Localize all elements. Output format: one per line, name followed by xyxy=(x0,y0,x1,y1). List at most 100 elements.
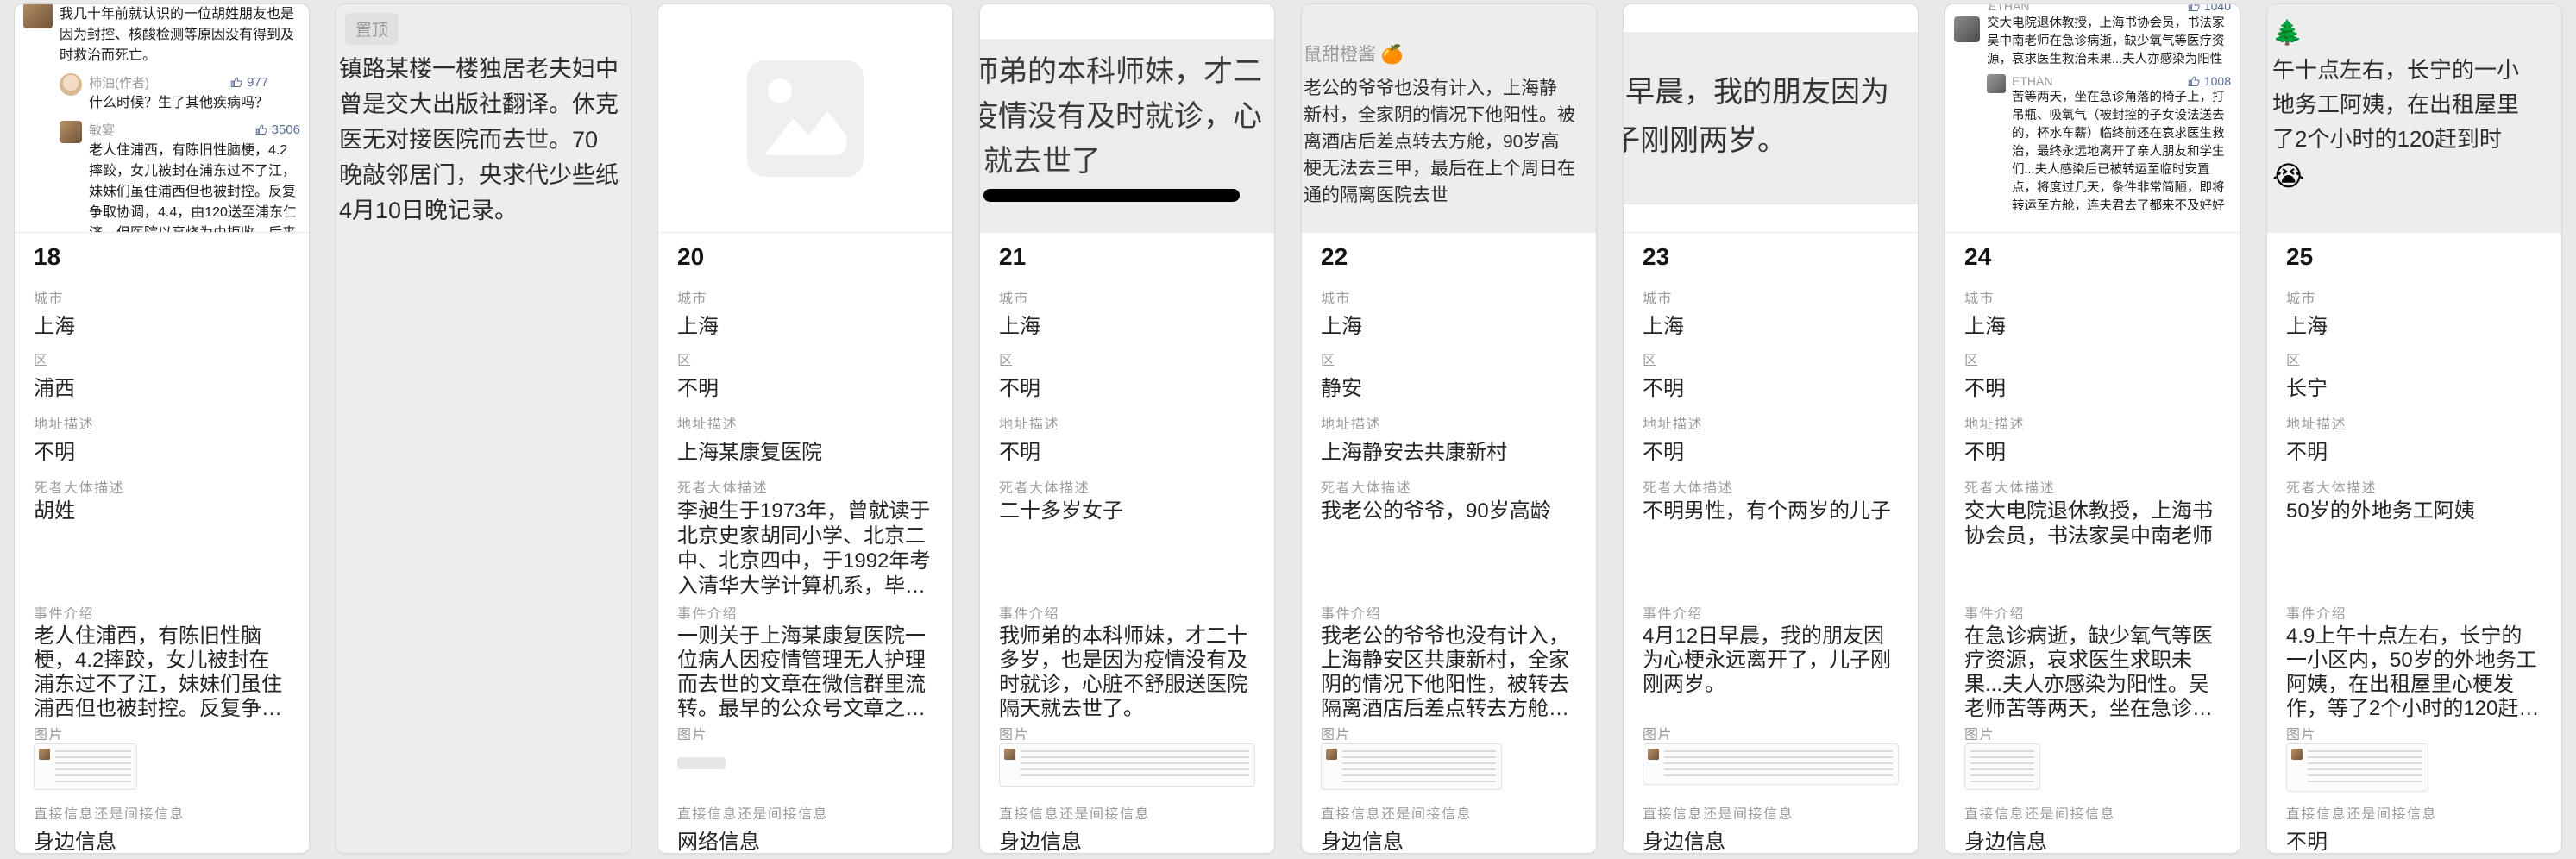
record-number: 23 xyxy=(1643,243,1899,273)
record-card-18[interactable]: 我几十年前就认识的一位胡姓朋友也是因为封控、核酸检测等原因没有得到及时救治而死亡… xyxy=(14,3,310,854)
field-value-district: 静安 xyxy=(1321,371,1577,398)
field-label-district: 区 xyxy=(999,348,1255,366)
field-value-deceased: 二十多岁女子 xyxy=(999,498,1255,595)
field-label-image: 图片 xyxy=(999,723,1255,740)
avatar xyxy=(2291,749,2303,760)
avatar xyxy=(1004,749,1015,760)
field-label-city: 城市 xyxy=(1643,286,1899,304)
commenter-name: 柿油(作者) xyxy=(89,73,149,91)
source-screenshot: ETHAN 1040 交大电院退休教授，上海书协会员，书法家吴中南老师在急诊病逝… xyxy=(1945,4,2240,233)
thumbs-up-icon xyxy=(2188,4,2201,13)
field-value-city: 上海 xyxy=(1321,309,1577,336)
field-value-direct: 身边信息 xyxy=(1964,825,2221,852)
crying-emoji: 😭 xyxy=(2272,160,2561,192)
thumbs-up-icon xyxy=(230,76,243,89)
record-number: 24 xyxy=(1964,243,2221,273)
record-card-21[interactable]: 师弟的本科师妹，才二 疫情没有及时就诊，心 就去世了 21 城市 上海 区 不明… xyxy=(979,3,1275,854)
post-text-line: 曾是交大出版社翻译。休克 xyxy=(336,87,631,122)
field-value-district: 浦西 xyxy=(34,371,290,398)
field-label-city: 城市 xyxy=(1321,286,1577,304)
field-value-city: 上海 xyxy=(1964,309,2221,336)
field-label-image: 图片 xyxy=(677,723,933,740)
field-value-city: 上海 xyxy=(34,309,290,336)
avatar xyxy=(1326,749,1337,760)
record-card-22[interactable]: 鼠甜橙酱 🍊 老公的爷爷也没有计入，上海静 新村，全家阴的情况下他阳性。被 离酒… xyxy=(1301,3,1597,854)
thumbs-up-icon xyxy=(2188,75,2201,88)
field-value-district: 不明 xyxy=(677,371,933,398)
post-text-line: 梗无法去三甲，最后在上个周日在 xyxy=(1304,155,1596,182)
field-label-address: 地址描述 xyxy=(677,412,933,430)
field-label-image: 图片 xyxy=(2286,723,2542,740)
field-value-direct: 身边信息 xyxy=(999,825,1255,852)
post-text: 我几十年前就认识的一位胡姓朋友也是因为封控、核酸检测等原因没有得到及时救治而死亡… xyxy=(60,4,300,66)
tree-emoji: 🌲 xyxy=(2272,18,2561,47)
post-text-line: 医无对接医院而去世。70 xyxy=(336,122,631,158)
source-screenshot: 师弟的本科师妹，才二 疫情没有及时就诊，心 就去世了 xyxy=(980,4,1274,233)
avatar xyxy=(1954,16,1980,42)
field-value-address: 不明 xyxy=(2286,435,2542,462)
source-screenshot: 🌲 午十点左右，长宁的一小 地务工阿姨，在出租屋里 了2个小时的120赶到时 😭 xyxy=(2267,4,2561,233)
image-thumbnail[interactable] xyxy=(1643,743,1899,785)
thumbs-up-icon xyxy=(255,123,268,136)
field-value-deceased: 李昶生于1973年，曾就读于北京史家胡同小学、北京二中、北京四中，于1992年考… xyxy=(677,498,933,595)
field-label-address: 地址描述 xyxy=(1643,412,1899,430)
field-label-deceased: 死者大体描述 xyxy=(677,476,933,493)
field-value-district: 不明 xyxy=(1964,371,2221,398)
post-text-line: 地务工阿姨，在出租屋里 xyxy=(2272,87,2561,122)
field-value-direct: 不明 xyxy=(2286,825,2542,852)
field-label-deceased: 死者大体描述 xyxy=(1964,476,2221,493)
field-label-direct: 直接信息还是间接信息 xyxy=(34,802,290,819)
field-value-address: 上海某康复医院 xyxy=(677,435,933,462)
image-thumbnail[interactable] xyxy=(677,757,726,769)
avatar xyxy=(1648,749,1659,760)
source-screenshot xyxy=(658,4,952,233)
field-label-event: 事件介绍 xyxy=(34,602,290,619)
image-placeholder-icon xyxy=(747,60,864,177)
field-label-deceased: 死者大体描述 xyxy=(2286,476,2542,493)
image-thumbnail[interactable] xyxy=(34,743,137,790)
field-label-address: 地址描述 xyxy=(999,412,1255,430)
post-text-line: 子刚刚两岁。 xyxy=(1625,116,1918,165)
field-label-city: 城市 xyxy=(2286,286,2542,304)
record-card-19[interactable]: 置顶 镇路某楼一楼独居老夫妇中 曾是交大出版社翻译。休克 医无对接医院而去世。7… xyxy=(336,3,631,854)
post-text-line: 新村，全家阴的情况下他阳性。被 xyxy=(1304,102,1596,129)
field-label-deceased: 死者大体描述 xyxy=(1321,476,1577,493)
avatar xyxy=(60,121,82,143)
field-label-event: 事件介绍 xyxy=(999,602,1255,619)
post-text-line: 就去世了 xyxy=(983,139,1274,184)
field-label-district: 区 xyxy=(1643,348,1899,366)
field-label-district: 区 xyxy=(1964,348,2221,366)
record-card-24[interactable]: ETHAN 1040 交大电院退休教授，上海书协会员，书法家吴中南老师在急诊病逝… xyxy=(1945,3,2240,854)
gallery-board: 我几十年前就认识的一位胡姓朋友也是因为封控、核酸检测等原因没有得到及时救治而死亡… xyxy=(0,0,2576,859)
field-label-direct: 直接信息还是间接信息 xyxy=(2286,802,2542,819)
image-thumbnail[interactable] xyxy=(2286,743,2428,792)
image-thumbnail[interactable] xyxy=(999,743,1255,787)
field-label-event: 事件介绍 xyxy=(1321,602,1577,619)
image-thumbnail[interactable] xyxy=(1964,743,2040,790)
field-value-event: 我师弟的本科师妹，才二十多岁，也是因为疫情没有及时就诊，心脏不舒服送医院隔天就去… xyxy=(999,624,1255,718)
field-value-event: 老人住浦西，有陈旧性脑梗，4.2摔跤，女儿被封在浦东过不了江，妹妹们虽住浦西但也… xyxy=(34,624,290,718)
field-value-city: 上海 xyxy=(1643,309,1899,336)
post-text-line: 老公的爷爷也没有计入，上海静 xyxy=(1304,75,1596,102)
field-label-direct: 直接信息还是间接信息 xyxy=(1643,802,1899,819)
like-count: 977 xyxy=(247,75,268,90)
record-card-20[interactable]: 20 城市 上海 区 不明 地址描述 上海某康复医院 死者大体描述 李昶生于19… xyxy=(657,3,953,854)
record-card-23[interactable]: 早晨，我的朋友因为 子刚刚两岁。 23 城市 上海 区 不明 地址描述 不明 死… xyxy=(1623,3,1919,854)
field-value-event: 一则关于上海某康复医院一位病人因疫情管理无人护理而去世的文章在微信群里流转。最早… xyxy=(677,624,933,718)
field-value-address: 上海静安去共康新村 xyxy=(1321,435,1577,462)
commenter-name: ETHAN xyxy=(2012,74,2052,88)
post-text-line: 离酒店后差点转去方舱，90岁高 xyxy=(1304,129,1596,155)
field-value-city: 上海 xyxy=(677,309,933,336)
image-thumbnail[interactable] xyxy=(1321,743,1502,790)
field-label-deceased: 死者大体描述 xyxy=(1643,476,1899,493)
post-text-line: 了2个小时的120赶到时 xyxy=(2272,122,2561,156)
field-value-address: 不明 xyxy=(1964,435,2221,462)
field-value-city: 上海 xyxy=(999,309,1255,336)
record-number: 18 xyxy=(34,243,290,273)
field-value-district: 长宁 xyxy=(2286,371,2542,398)
field-label-address: 地址描述 xyxy=(34,412,290,430)
record-card-25[interactable]: 🌲 午十点左右，长宁的一小 地务工阿姨，在出租屋里 了2个小时的120赶到时 😭… xyxy=(2266,3,2562,854)
source-screenshot: 早晨，我的朋友因为 子刚刚两岁。 xyxy=(1624,4,1918,233)
field-label-district: 区 xyxy=(34,348,290,366)
field-value-address: 不明 xyxy=(34,435,290,462)
